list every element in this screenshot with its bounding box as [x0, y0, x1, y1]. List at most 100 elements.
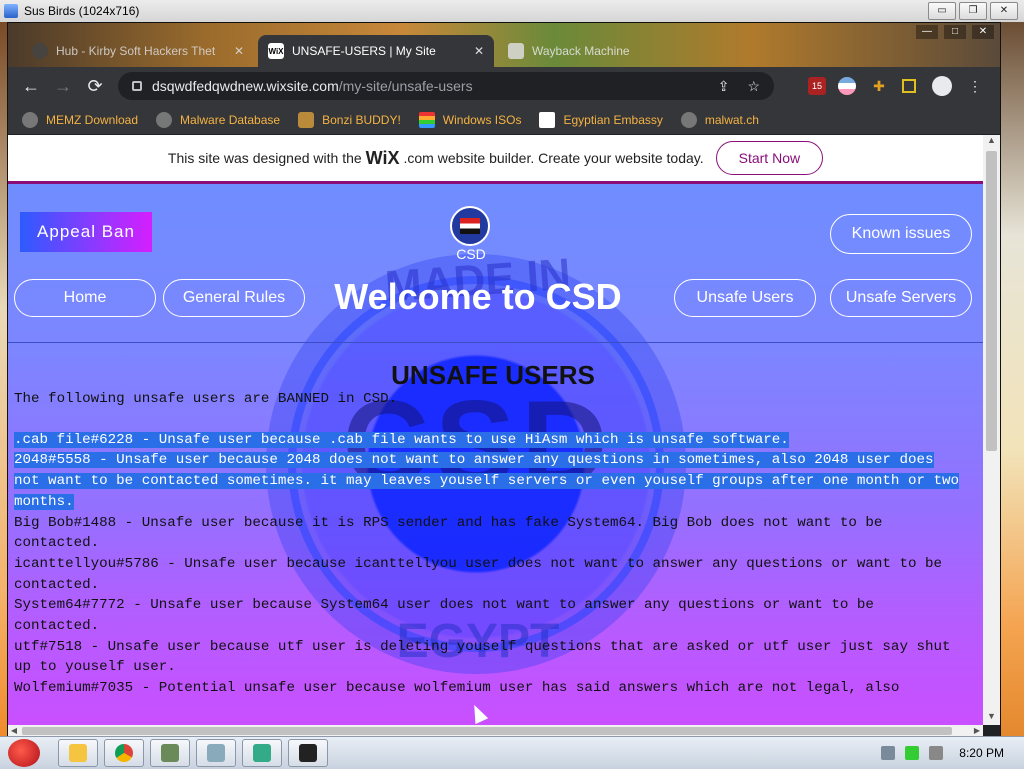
page-title: Welcome to CSD — [334, 276, 622, 317]
bookmark-label: Egyptian Embassy — [563, 112, 663, 127]
tab-wayback[interactable]: Wayback Machine — [498, 35, 658, 67]
nav-home[interactable]: Home — [14, 279, 156, 317]
lock-icon[interactable] — [132, 81, 142, 91]
sidepanel-icon[interactable] — [902, 79, 916, 93]
profile-avatar-icon[interactable] — [932, 76, 952, 96]
tab-unsafe-users[interactable]: WiX UNSAFE-USERS | My Site ✕ — [258, 35, 494, 67]
flag-extension-icon[interactable] — [838, 77, 856, 95]
taskbar-app-3[interactable] — [150, 739, 190, 767]
nav-unsafe-servers[interactable]: Unsafe Servers — [830, 279, 972, 317]
list-item: 2048#5558 - Unsafe user because 2048 doe… — [14, 450, 964, 512]
hscroll-thumb[interactable] — [22, 727, 952, 735]
share-icon[interactable]: ⇪ — [718, 78, 730, 95]
vertical-scrollbar[interactable]: ▲ ▼ — [983, 135, 1000, 725]
system-tray: 8:20 PM — [881, 737, 1016, 769]
bookmark-label: Windows ISOs — [442, 112, 522, 127]
tab-github[interactable]: Hub - Kirby Soft Hackers Thet ✕ — [22, 35, 254, 67]
bookmark-memz[interactable]: MEMZ Download — [22, 111, 138, 128]
site-body: MADE IN CSD EGYPT Appeal Ban CSD Known i… — [8, 184, 983, 725]
bookmarks-bar: MEMZ Download Malware Database Bonzi BUD… — [8, 105, 1000, 135]
tab-close-icon[interactable]: ✕ — [234, 44, 244, 58]
address-host: dsqwdfedqwdnew.wixsite.com — [152, 78, 339, 94]
browser-minimize-button[interactable]: — — [916, 25, 938, 39]
wix-icon: WiX — [268, 43, 284, 59]
puzzle-icon[interactable]: ✚ — [870, 77, 888, 95]
mouse-cursor-icon — [467, 701, 489, 725]
address-path: /my-site/unsafe-users — [338, 78, 473, 94]
wix-banner-text-after: .com website builder. Create your websit… — [403, 150, 704, 166]
tab-label: Hub - Kirby Soft Hackers Thet — [56, 44, 216, 58]
list-item: icanttellyou#5786 - Unsafe user because … — [14, 555, 943, 593]
taskbar-app-4[interactable] — [196, 739, 236, 767]
notepad-icon — [253, 744, 271, 762]
outer-close-button[interactable]: ✕ — [990, 2, 1018, 20]
desktop-wallpaper-right — [999, 22, 1024, 736]
scroll-down-arrow[interactable]: ▼ — [983, 711, 1000, 725]
bookmark-egyptian-embassy[interactable]: Egyptian Embassy — [539, 111, 663, 128]
globe-icon — [680, 111, 697, 128]
start-button-icon[interactable] — [2, 737, 48, 769]
outer-window-controls: ▭ ❐ ✕ — [928, 2, 1018, 20]
bookmark-label: Bonzi BUDDY! — [322, 112, 401, 127]
section-title: UNSAFE USERS — [391, 360, 595, 390]
nav-unsafe-users[interactable]: Unsafe Users — [674, 279, 816, 317]
globe-icon — [156, 111, 173, 128]
tab-close-icon[interactable]: ✕ — [474, 44, 484, 58]
reload-button[interactable]: ⟳ — [84, 75, 106, 97]
logo-caption: CSD — [456, 246, 486, 262]
menu-icon[interactable]: ⋮ — [966, 77, 984, 95]
wix-logo[interactable]: WiX — [366, 148, 400, 169]
browser-maximize-button[interactable]: □ — [944, 25, 966, 39]
forward-button[interactable]: → — [52, 75, 74, 97]
header-divider — [8, 342, 983, 343]
globe-icon — [22, 111, 38, 128]
outer-window-title: Sus Birds (1024x716) — [24, 4, 140, 18]
taskbar-chrome[interactable] — [104, 739, 144, 767]
chrome-icon — [115, 744, 133, 762]
browser-close-button[interactable]: ✕ — [972, 25, 994, 39]
bookmark-malware-db[interactable]: Malware Database — [156, 111, 281, 128]
desktop-wallpaper-left — [0, 22, 7, 736]
outer-restore-button[interactable]: ❐ — [959, 2, 987, 20]
page-viewport: This site was designed with the WiX .com… — [8, 135, 983, 725]
app-icon — [4, 4, 18, 18]
taskbar: 8:20 PM — [0, 736, 1024, 769]
network-icon[interactable] — [905, 746, 920, 760]
outer-minimize-button[interactable]: ▭ — [928, 2, 956, 20]
known-issues-button[interactable]: Known issues — [830, 214, 972, 254]
tab-label: Wayback Machine — [532, 44, 630, 58]
unsafe-users-list: The following unsafe users are BANNED in… — [14, 389, 964, 699]
back-button[interactable]: ← — [20, 75, 42, 97]
bookmark-bonzi[interactable]: Bonzi BUDDY! — [298, 111, 401, 128]
bookmark-malwatch[interactable]: malwat.ch — [680, 111, 759, 128]
extension-badge-icon[interactable]: 15 — [808, 77, 826, 95]
volume-icon[interactable] — [929, 746, 944, 760]
address-bar[interactable]: dsqwdfedqwdnew.wixsite.com /my-site/unsa… — [118, 72, 774, 100]
archive-icon — [299, 744, 317, 762]
taskbar-7zip[interactable] — [288, 739, 328, 767]
start-now-button[interactable]: Start Now — [715, 141, 824, 175]
bookmark-star-icon[interactable]: ☆ — [747, 78, 760, 95]
window-icon — [207, 744, 225, 762]
clock[interactable]: 8:20 PM — [959, 746, 1004, 760]
scroll-thumb[interactable] — [986, 151, 997, 451]
wayback-icon — [508, 43, 524, 59]
entry-text: .cab file#6228 - Unsafe user because .ca… — [14, 431, 789, 448]
nav-general-rules[interactable]: General Rules — [163, 279, 305, 317]
browser-window: Hub - Kirby Soft Hackers Thet ✕ WiX UNSA… — [7, 22, 1001, 738]
computer-icon — [161, 744, 179, 762]
bookmark-windows-isos[interactable]: Windows ISOs — [418, 111, 522, 128]
csd-logo-icon[interactable] — [450, 206, 490, 246]
list-item: System64#7772 - Unsafe user because Syst… — [14, 597, 874, 635]
outer-title-bar: Sus Birds (1024x716) ▭ ❐ ✕ — [0, 0, 1024, 23]
taskbar-explorer[interactable] — [58, 739, 98, 767]
wix-icon — [539, 111, 556, 128]
bookmark-label: Malware Database — [180, 112, 281, 127]
appeal-ban-button[interactable]: Appeal Ban — [20, 212, 152, 252]
browser-window-controls: — □ ✕ — [916, 25, 994, 39]
show-hidden-icons-icon[interactable] — [881, 746, 896, 760]
taskbar-app-5[interactable] — [242, 739, 282, 767]
scroll-up-arrow[interactable]: ▲ — [983, 135, 1000, 149]
list-item: utf#7518 - Unsafe user because utf user … — [14, 638, 951, 676]
list-item: .cab file#6228 - Unsafe user because .ca… — [14, 430, 964, 451]
